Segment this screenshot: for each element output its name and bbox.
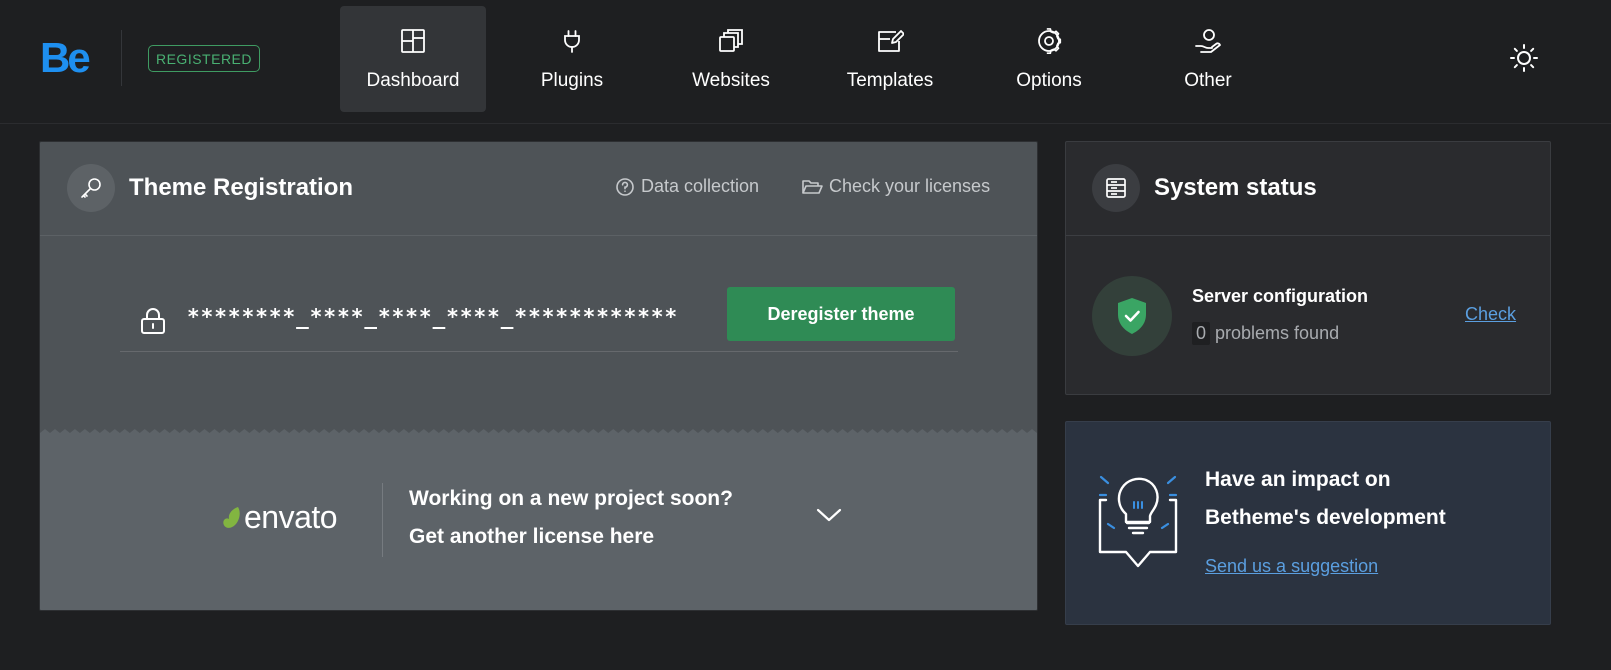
theme-toggle-button[interactable] xyxy=(1509,43,1539,73)
user-hand-icon xyxy=(1194,27,1222,55)
template-edit-icon xyxy=(876,27,904,55)
shield-check-icon xyxy=(1092,276,1172,356)
nav-other[interactable]: Other xyxy=(1135,6,1281,112)
problems-count: 0 xyxy=(1192,322,1211,345)
check-licenses-label: Check your licenses xyxy=(829,176,991,196)
nav-label: Templates xyxy=(846,70,934,91)
send-suggestion-link[interactable]: Send us a suggestion xyxy=(1205,556,1378,577)
copy-pages-icon xyxy=(717,27,745,55)
envato-promo: envato Working on a new project soon? Ge… xyxy=(40,429,1037,610)
promo-subline[interactable]: Get another license here xyxy=(409,525,654,549)
nav-label: Plugins xyxy=(540,70,604,91)
suggestion-headline-2: Betheme's development xyxy=(1205,506,1446,529)
folder-open-icon xyxy=(802,179,823,194)
suggestion-headline-1: Have an impact on xyxy=(1205,468,1391,491)
suggestion-panel: Have an impact on Betheme's development … xyxy=(1065,421,1551,625)
lightbulb-icon xyxy=(1096,474,1180,575)
server-list-icon xyxy=(1092,164,1140,212)
nav-options[interactable]: Options xyxy=(976,6,1122,112)
gear-icon xyxy=(1035,27,1063,55)
system-status-title: System status xyxy=(1154,174,1317,201)
check-licenses-link[interactable]: Check your licenses xyxy=(801,176,990,197)
plug-icon xyxy=(558,27,586,55)
data-collection-label: Data collection xyxy=(641,176,760,196)
registration-header: Theme Registration Data collection Check… xyxy=(40,142,1037,236)
nav-label: Dashboard xyxy=(366,70,460,91)
envato-leaf-icon xyxy=(223,506,240,528)
envato-logo[interactable]: envato xyxy=(222,499,338,536)
top-bar: Be REGISTERED Dashboard Plugins Websites… xyxy=(0,0,1611,124)
nav-websites[interactable]: Websites xyxy=(658,6,804,112)
betheme-logo[interactable]: Be xyxy=(40,36,91,80)
envato-wordmark: envato xyxy=(244,499,338,535)
nav-label: Websites xyxy=(692,70,770,91)
promo-divider xyxy=(382,483,383,557)
registered-badge: REGISTERED xyxy=(148,45,260,72)
lock-icon xyxy=(140,307,166,340)
check-server-link[interactable]: Check xyxy=(1465,304,1516,325)
key-icon xyxy=(67,164,115,212)
sun-icon xyxy=(1510,44,1538,72)
theme-registration-panel: Theme Registration Data collection Check… xyxy=(39,141,1038,611)
deregister-theme-button[interactable]: Deregister theme xyxy=(727,287,955,341)
layout-grid-icon xyxy=(399,27,427,55)
nav-label: Options xyxy=(1016,70,1082,91)
license-key-row: ********_****_****_****_************ Der… xyxy=(120,285,958,352)
problems-summary: 0 problems found xyxy=(1192,322,1339,345)
system-status-panel: System status Server configuration 0 pro… xyxy=(1065,141,1551,395)
nav-templates[interactable]: Templates xyxy=(817,6,963,112)
promo-headline: Working on a new project soon? xyxy=(409,487,733,510)
registration-title: Theme Registration xyxy=(129,174,354,201)
problems-text: problems found xyxy=(1215,323,1340,343)
data-collection-link[interactable]: Data collection xyxy=(615,176,759,197)
nav-plugins[interactable]: Plugins xyxy=(499,6,645,112)
question-circle-icon xyxy=(616,177,634,196)
main-nav: Dashboard Plugins Websites Templates Opt… xyxy=(340,6,1281,112)
system-status-header: System status xyxy=(1066,142,1550,236)
server-configuration-title: Server configuration xyxy=(1192,286,1369,306)
nav-label: Other xyxy=(1184,70,1232,91)
logo-divider xyxy=(121,30,122,86)
zigzag-divider xyxy=(40,429,1037,438)
license-key-value: ********_****_****_****_************ xyxy=(187,305,679,329)
chevron-down-icon[interactable] xyxy=(816,507,842,528)
nav-dashboard[interactable]: Dashboard xyxy=(340,6,486,112)
